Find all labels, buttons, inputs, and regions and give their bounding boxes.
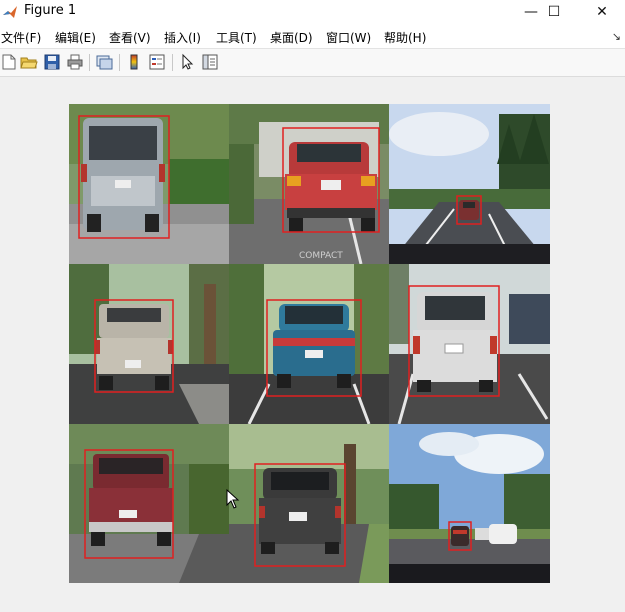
tile-5 [229, 264, 389, 424]
svg-text:COMPACT: COMPACT [299, 251, 343, 261]
toolbar-separator [119, 54, 120, 71]
menu-tools[interactable]: 工具(T) [216, 29, 257, 46]
tile-6 [389, 264, 550, 424]
toolbar-separator [172, 54, 173, 71]
insert-legend-icon[interactable] [148, 53, 166, 71]
menu-insert[interactable]: 插入(I) [164, 29, 201, 46]
tile-8 [229, 424, 389, 583]
tile-1-image [69, 104, 229, 264]
tile-7-image [69, 424, 229, 583]
menu-edit[interactable]: 编辑(E) [55, 29, 96, 46]
window-title: Figure 1 [24, 3, 77, 18]
matlab-logo-icon [3, 6, 17, 18]
tile-2: COMPACT [229, 104, 389, 264]
new-figure-icon[interactable] [0, 53, 18, 71]
edit-plot-arrow-icon[interactable] [178, 53, 196, 71]
tile-6-image [389, 264, 550, 424]
toolbar [0, 49, 625, 77]
mouse-cursor-icon [226, 489, 240, 509]
maximize-button[interactable]: ☐ [531, 0, 577, 26]
menu-help[interactable]: 帮助(H) [384, 29, 426, 46]
menu-bar: 文件(F) 编辑(E) 查看(V) 插入(I) 工具(T) 桌面(D) 窗口(W… [0, 26, 625, 49]
menu-desktop[interactable]: 桌面(D) [270, 29, 313, 46]
link-plot-icon[interactable] [95, 53, 113, 71]
tile-2-image: COMPACT [229, 104, 389, 264]
insert-colorbar-icon[interactable] [125, 53, 143, 71]
tile-3-image [389, 104, 550, 264]
menu-file[interactable]: 文件(F) [1, 29, 41, 46]
detection-montage: COMPACT [69, 104, 550, 583]
save-icon[interactable] [43, 53, 61, 71]
tile-4-image [69, 264, 229, 424]
menu-window[interactable]: 窗口(W) [326, 29, 371, 46]
print-icon[interactable] [66, 53, 84, 71]
toolbar-separator [89, 54, 90, 71]
dock-arrow-icon[interactable]: ↘ [612, 30, 621, 43]
tile-7 [69, 424, 229, 583]
tile-4 [69, 264, 229, 424]
tile-9 [389, 424, 550, 583]
title-bar: Figure 1 — ☐ ✕ [0, 0, 625, 26]
property-inspector-icon[interactable] [201, 53, 219, 71]
menu-view[interactable]: 查看(V) [109, 29, 151, 46]
close-button[interactable]: ✕ [579, 0, 625, 26]
tile-3 [389, 104, 550, 264]
tile-1 [69, 104, 229, 264]
tile-5-image [229, 264, 389, 424]
open-file-icon[interactable] [20, 53, 38, 71]
tile-9-image [389, 424, 550, 583]
tile-8-image [229, 424, 389, 583]
